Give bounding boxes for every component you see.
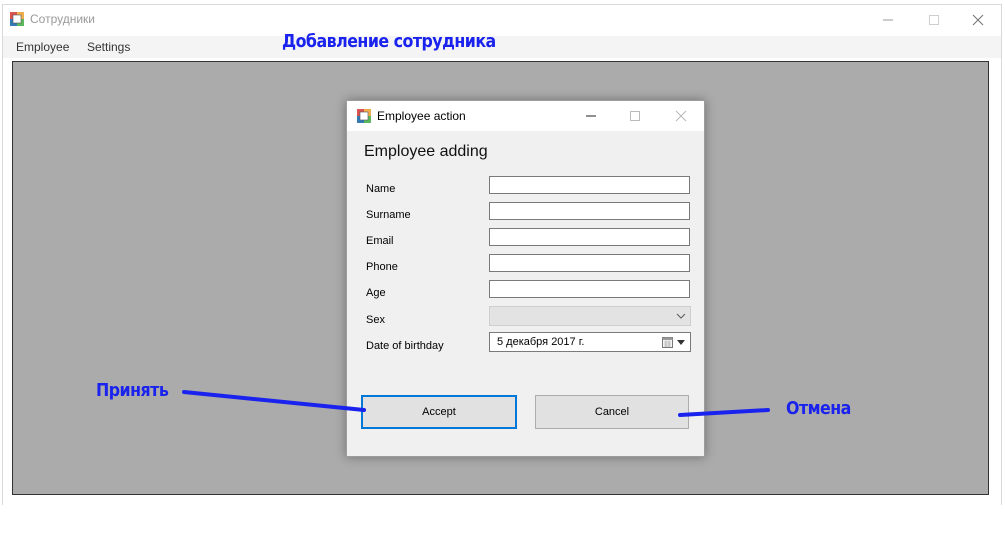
- phone-field[interactable]: [489, 254, 690, 272]
- chevron-down-icon: [676, 313, 686, 319]
- cancel-button[interactable]: Cancel: [535, 395, 689, 429]
- menu-settings[interactable]: Settings: [87, 40, 130, 54]
- close-icon: [675, 110, 687, 122]
- minimize-icon: [883, 19, 893, 21]
- close-icon: [972, 14, 984, 26]
- annotation-accept: Принять: [96, 380, 169, 401]
- dialog-heading: Employee adding: [364, 143, 488, 160]
- accept-button[interactable]: Accept: [361, 395, 517, 429]
- main-titlebar[interactable]: Сотрудники: [3, 5, 1001, 35]
- email-field[interactable]: [489, 228, 690, 246]
- calendar-icon: [662, 337, 673, 348]
- age-label: Age: [366, 287, 386, 299]
- close-button[interactable]: [955, 7, 1001, 33]
- window-title: Сотрудники: [30, 12, 95, 26]
- dropdown-arrow-icon: [677, 340, 685, 345]
- annotation-cancel: Отмена: [786, 398, 851, 419]
- name-field[interactable]: [489, 176, 690, 194]
- age-field[interactable]: [489, 280, 690, 298]
- maximize-button[interactable]: [911, 7, 957, 33]
- dialog-title: Employee action: [377, 109, 466, 123]
- minimize-icon: [586, 115, 596, 117]
- dialog-maximize-button[interactable]: [615, 105, 655, 127]
- minimize-button[interactable]: [865, 7, 911, 33]
- birthday-label: Date of birthday: [366, 340, 444, 352]
- dialog-minimize-button[interactable]: [571, 105, 611, 127]
- dialog-titlebar[interactable]: Employee action: [347, 101, 704, 131]
- birthday-date-picker[interactable]: 5 декабря 2017 г.: [489, 332, 691, 352]
- maximize-icon: [929, 15, 939, 25]
- dialog-close-button[interactable]: [661, 105, 701, 127]
- annotation-header: Добавление сотрудника: [282, 31, 496, 52]
- menu-bar: Employee Settings: [3, 36, 1001, 58]
- app-icon: [10, 12, 24, 26]
- birthday-date-value: 5 декабря 2017 г.: [497, 336, 585, 348]
- surname-label: Surname: [366, 209, 411, 221]
- phone-label: Phone: [366, 261, 398, 273]
- surname-field[interactable]: [489, 202, 690, 220]
- maximize-icon: [630, 111, 640, 121]
- sex-select[interactable]: [489, 306, 691, 326]
- email-label: Email: [366, 235, 394, 247]
- employee-dialog: Employee action Employee adding Name Sur…: [346, 100, 705, 457]
- sex-label: Sex: [366, 314, 385, 326]
- menu-employee[interactable]: Employee: [16, 40, 69, 54]
- app-icon: [357, 109, 371, 123]
- name-label: Name: [366, 183, 396, 195]
